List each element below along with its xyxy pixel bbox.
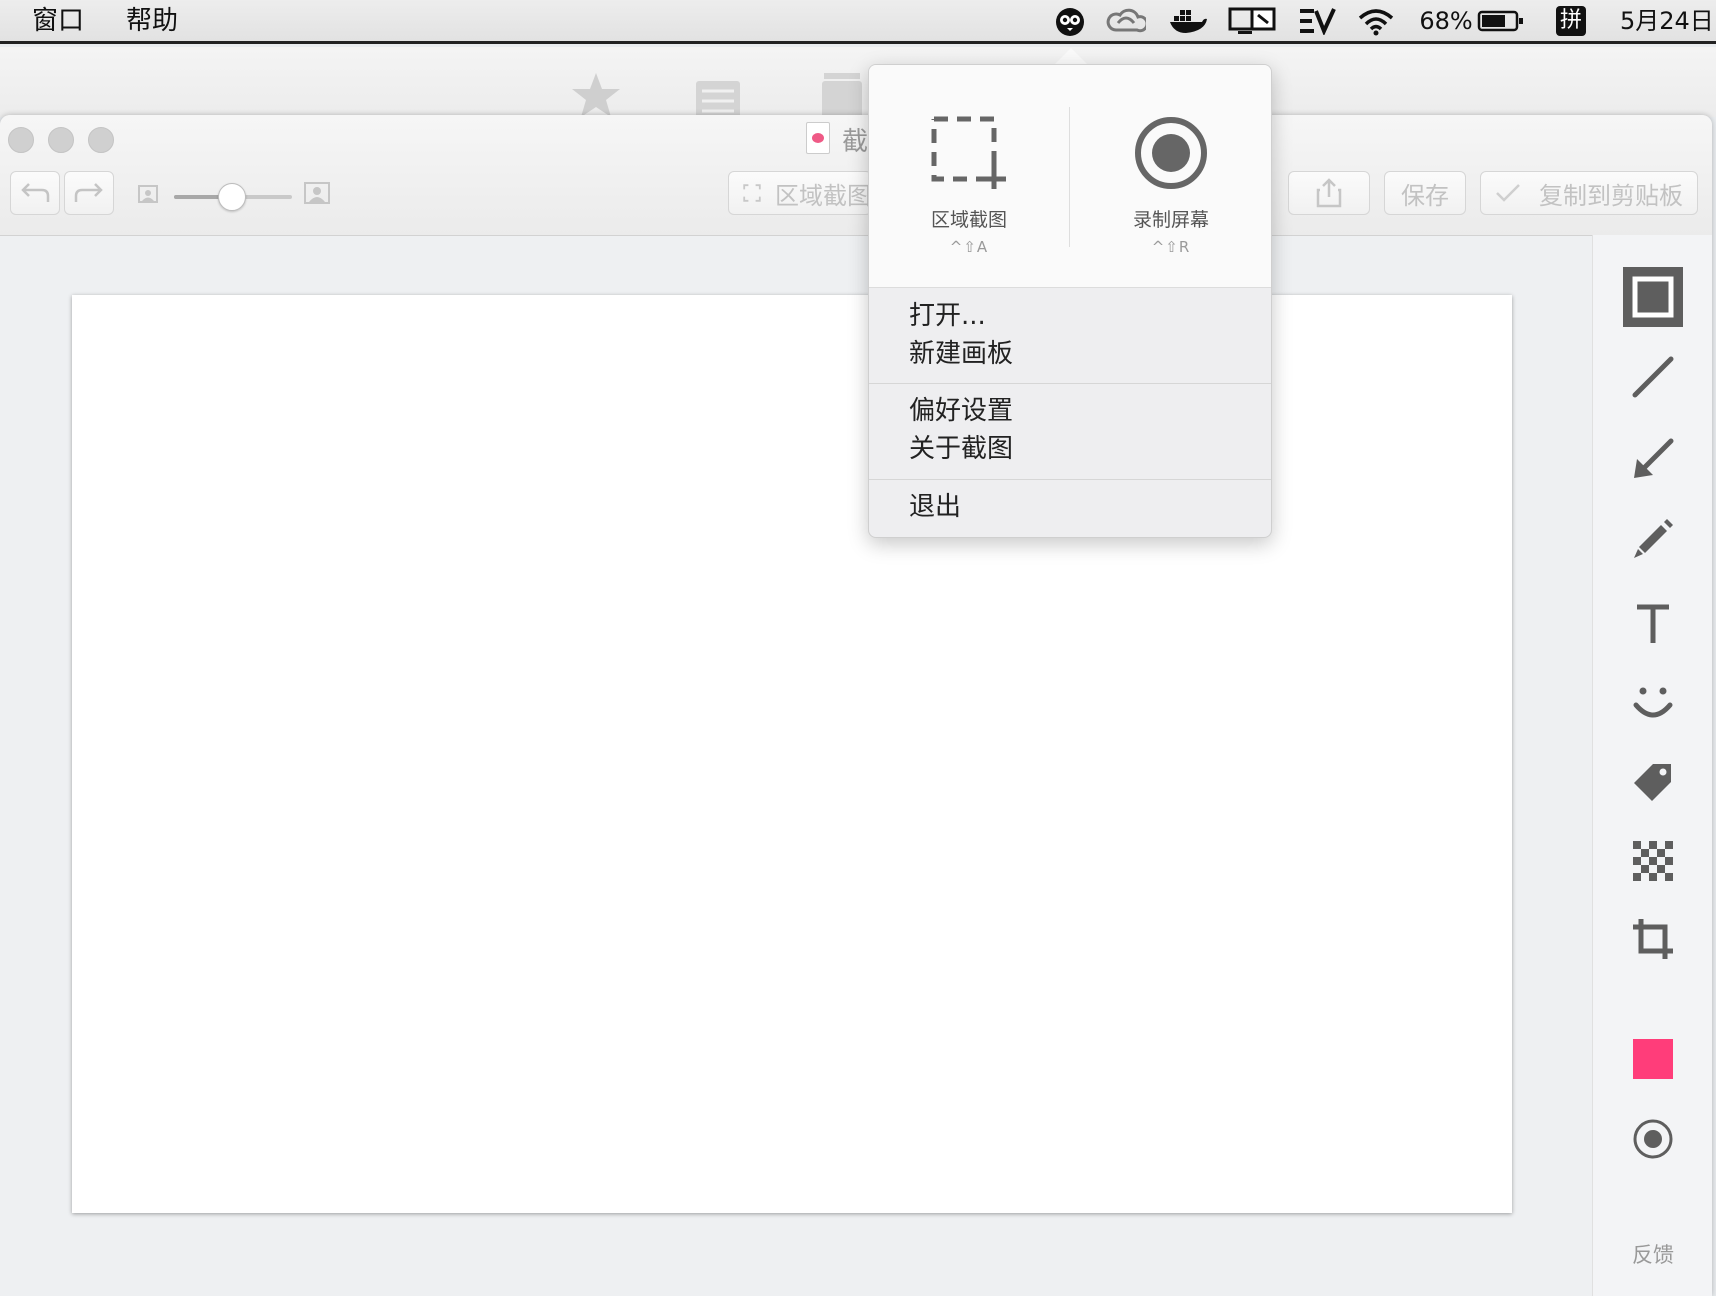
pencil-tool[interactable] [1621,507,1685,571]
document-icon [806,122,830,154]
region-capture-shortcut: ^⇧A [949,238,989,256]
capture-actions: 区域截图 ^⇧A 录制屏幕 ^⇧R [869,65,1271,288]
undo-button[interactable] [10,171,60,215]
tag-tool[interactable] [1621,751,1685,815]
region-capture-label: 区域截图 [775,181,871,210]
app-window: 截 区域截图 保存 复制到剪贴板 反馈 [0,115,1712,1296]
copy-to-clipboard-label: 复制到剪贴板 [1539,181,1683,210]
pink-color-swatch [1633,1039,1673,1079]
checkmark-icon [1496,184,1520,202]
region-select-icon [743,184,761,202]
battery-percent: 68% [1419,7,1473,35]
record-screen-label: 录制屏幕 [1132,209,1209,231]
actions-divider [1069,107,1070,247]
region-capture-label: 区域截图 [930,209,1007,231]
region-capture-action[interactable]: 区域截图 ^⇧A [869,115,1069,256]
rectangle-icon [1623,267,1683,327]
window-titlebar: 截 区域截图 保存 复制到剪贴板 [0,115,1712,236]
stroke-size-tool[interactable] [1621,1107,1685,1171]
record-icon [1135,117,1207,189]
input-method-icon[interactable]: 拼 [1554,2,1588,40]
menu-help[interactable]: 帮助 [126,4,178,38]
tag-icon [1634,764,1671,801]
share-icon [1316,178,1342,208]
wifi-icon[interactable] [1354,2,1398,40]
menubar-date[interactable]: 5月24日 [1620,2,1716,40]
menu-about[interactable]: 关于截图 [909,432,1013,466]
menu-group-app: 偏好设置 关于截图 [869,383,1271,478]
smiley-icon [1633,687,1673,718]
menu-open[interactable]: 打开... [909,299,986,333]
crop-icon [1633,919,1673,959]
undo-icon [21,183,50,202]
feedback-link[interactable]: 反馈 [1593,1239,1712,1269]
minimize-button[interactable] [48,127,74,153]
text-icon [1637,604,1669,643]
zoom-button[interactable] [88,127,114,153]
background-window-toolbar [0,47,1716,121]
redo-button[interactable] [64,171,114,215]
arrow-icon [1634,438,1674,478]
share-button[interactable] [1288,171,1370,215]
jietu-owl-icon[interactable] [1052,2,1088,40]
record-screen-action[interactable]: 录制屏幕 ^⇧R [1071,115,1271,256]
region-capture-button[interactable]: 区域截图 [728,171,872,215]
jietu-menu-popover: 区域截图 ^⇧A 录制屏幕 ^⇧R 打开... 新建画板 偏好设置 关于截图 退… [868,64,1272,538]
menu-group-quit: 退出 [869,479,1271,537]
creative-cloud-icon[interactable] [1106,2,1146,40]
copy-to-clipboard-button[interactable]: 复制到剪贴板 [1480,171,1698,215]
menu-group-file: 打开... 新建画板 [869,287,1271,381]
redo-icon [74,183,103,202]
pencil-icon [1634,519,1673,558]
zoom-out-image-icon [138,185,158,207]
menu-preferences[interactable]: 偏好设置 [909,394,1013,428]
rectangle-tool[interactable] [1621,265,1685,329]
crop-tool[interactable] [1621,907,1685,971]
line-tool[interactable] [1621,345,1685,409]
zoom-in-image-icon [304,182,330,208]
save-button[interactable]: 保存 [1384,171,1466,215]
stroke-size-icon [1633,1119,1673,1159]
record-screen-shortcut: ^⇧R [1151,238,1191,256]
docker-icon[interactable] [1168,2,1208,40]
emoji-tool[interactable] [1621,671,1685,735]
line-icon [1632,356,1674,398]
menu-new-board[interactable]: 新建画板 [909,337,1013,371]
mosaic-icon [1633,841,1673,881]
menu-bar: 窗口 帮助 68% 拼 5月24日 [0,0,1716,44]
mosaic-tool[interactable] [1621,829,1685,893]
close-button[interactable] [8,127,34,153]
window-title: 截 [842,127,869,157]
region-capture-icon [931,116,1006,189]
display-mirror-icon[interactable] [1228,2,1278,40]
menu-window[interactable]: 窗口 [32,4,84,38]
zoom-slider-knob[interactable] [218,183,246,211]
menu-quit[interactable]: 退出 [909,490,961,524]
arrow-tool[interactable] [1621,427,1685,491]
text-tool[interactable] [1621,591,1685,655]
battery-icon[interactable] [1476,2,1526,40]
tool-rail: 反馈 [1592,235,1712,1296]
color-swatch[interactable] [1621,1027,1685,1091]
drawing-canvas[interactable] [72,295,1512,1213]
vpn-ev-icon[interactable] [1296,2,1336,40]
